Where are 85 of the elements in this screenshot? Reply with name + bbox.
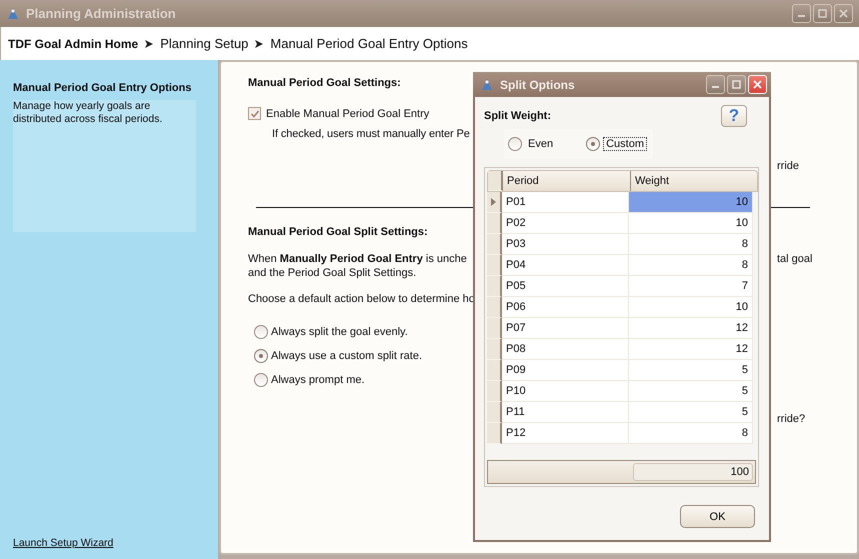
split-weight-label: Split Weight: — [484, 110, 552, 122]
radio-label: Always prompt me. — [271, 374, 365, 386]
radio-label: Even — [527, 137, 554, 151]
table-cell: 8 — [629, 423, 753, 444]
paragraph-text: and the Period Goal Split Settings. — [248, 267, 418, 279]
maximize-button[interactable] — [727, 75, 746, 94]
launch-link[interactable]: Launch Setup Wizard — [13, 537, 114, 549]
table-cell: 12 — [629, 339, 753, 360]
table-cell: 10 — [629, 192, 753, 213]
row-header[interactable] — [487, 360, 502, 381]
table-cell: P02 — [502, 213, 629, 234]
checkbox[interactable] — [248, 107, 261, 120]
radio-button[interactable] — [254, 373, 268, 387]
sidebar-description: Manage how yearly goals are distributed across fiscal periods. — [13, 100, 196, 232]
table-cell: 10 — [629, 297, 753, 318]
row-header[interactable] — [487, 234, 502, 255]
radio-button[interactable] — [508, 137, 522, 151]
column-header[interactable]: Weight — [630, 171, 754, 191]
radio-label: Always split the goal evenly. — [271, 326, 408, 338]
breadcrumb-link[interactable]: TDF Goal Admin Home — [8, 36, 138, 50]
table-cell: 5 — [629, 360, 753, 381]
maximize-button[interactable] — [813, 4, 832, 23]
window-title: Planning Administration — [26, 6, 176, 21]
table-cell: P07 — [502, 318, 629, 339]
radio-label: Always use a custom split rate. — [271, 350, 422, 362]
partial-text: rride? — [777, 413, 806, 425]
table-cell: P11 — [502, 402, 629, 423]
radio-button[interactable] — [254, 349, 268, 363]
close-button[interactable] — [834, 4, 853, 23]
breadcrumb-link[interactable]: Manual Period Goal Entry Options — [270, 36, 468, 51]
note-text: If checked, users must manually enter Pe — [272, 128, 470, 140]
minimize-button[interactable] — [792, 4, 811, 23]
maximize-icon — [732, 80, 741, 89]
ok-button[interactable]: OK — [680, 505, 755, 528]
table-cell: 8 — [629, 234, 753, 255]
table-cell: 7 — [629, 276, 753, 297]
radio-button[interactable] — [254, 325, 268, 339]
close-icon — [839, 9, 848, 18]
paragraph-text: When Manually Period Goal Entry is unche — [248, 253, 467, 265]
partial-text: rride — [777, 160, 800, 172]
section-heading: Manual Period Goal Settings: — [248, 77, 401, 89]
row-header[interactable] — [487, 339, 502, 360]
table-cell: 12 — [629, 318, 753, 339]
dialog-title: Split Options — [500, 78, 575, 92]
table-cell: P03 — [502, 234, 629, 255]
row-header — [488, 171, 503, 191]
table-cell: P01 — [502, 192, 629, 213]
column-header[interactable]: Period — [503, 171, 630, 191]
table-cell: P09 — [502, 360, 629, 381]
table-cell: 5 — [629, 381, 753, 402]
table-cell: 5 — [629, 402, 753, 423]
breadcrumb-link[interactable]: Planning Setup — [160, 36, 248, 51]
sidebar-title: Manual Period Goal Entry Options — [13, 82, 192, 94]
row-header[interactable] — [487, 192, 502, 213]
partial-text: tal goal — [777, 253, 812, 265]
row-header[interactable] — [487, 297, 502, 318]
row-pointer-icon — [491, 198, 496, 206]
table-cell: P10 — [502, 381, 629, 402]
row-header[interactable] — [487, 381, 502, 402]
section-heading: Manual Period Goal Split Settings: — [248, 226, 428, 238]
row-header[interactable] — [487, 402, 502, 423]
app-icon — [480, 78, 494, 92]
table-cell: P12 — [502, 423, 629, 444]
app-icon — [6, 6, 20, 20]
table-cell: P08 — [502, 339, 629, 360]
maximize-icon — [818, 9, 827, 18]
table-cell: P04 — [502, 255, 629, 276]
radio-button[interactable] — [586, 137, 600, 151]
help-button[interactable]: ? — [721, 105, 747, 127]
table-cell: P05 — [502, 276, 629, 297]
breadcrumb-arrow-icon — [144, 38, 154, 48]
row-header[interactable] — [487, 255, 502, 276]
checkbox-label: Enable Manual Period Goal Entry — [266, 108, 430, 120]
row-header[interactable] — [487, 318, 502, 339]
breadcrumb-arrow-icon — [254, 38, 264, 48]
radio-label: Custom — [603, 137, 647, 151]
row-header[interactable] — [487, 423, 502, 444]
table-cell: 10 — [629, 213, 753, 234]
minimize-button[interactable] — [706, 75, 725, 94]
row-header[interactable] — [487, 276, 502, 297]
row-header[interactable] — [487, 213, 502, 234]
total-cell: 100 — [633, 463, 753, 481]
table-cell: P06 — [502, 297, 629, 318]
close-icon — [753, 80, 762, 89]
table-cell: 8 — [629, 255, 753, 276]
